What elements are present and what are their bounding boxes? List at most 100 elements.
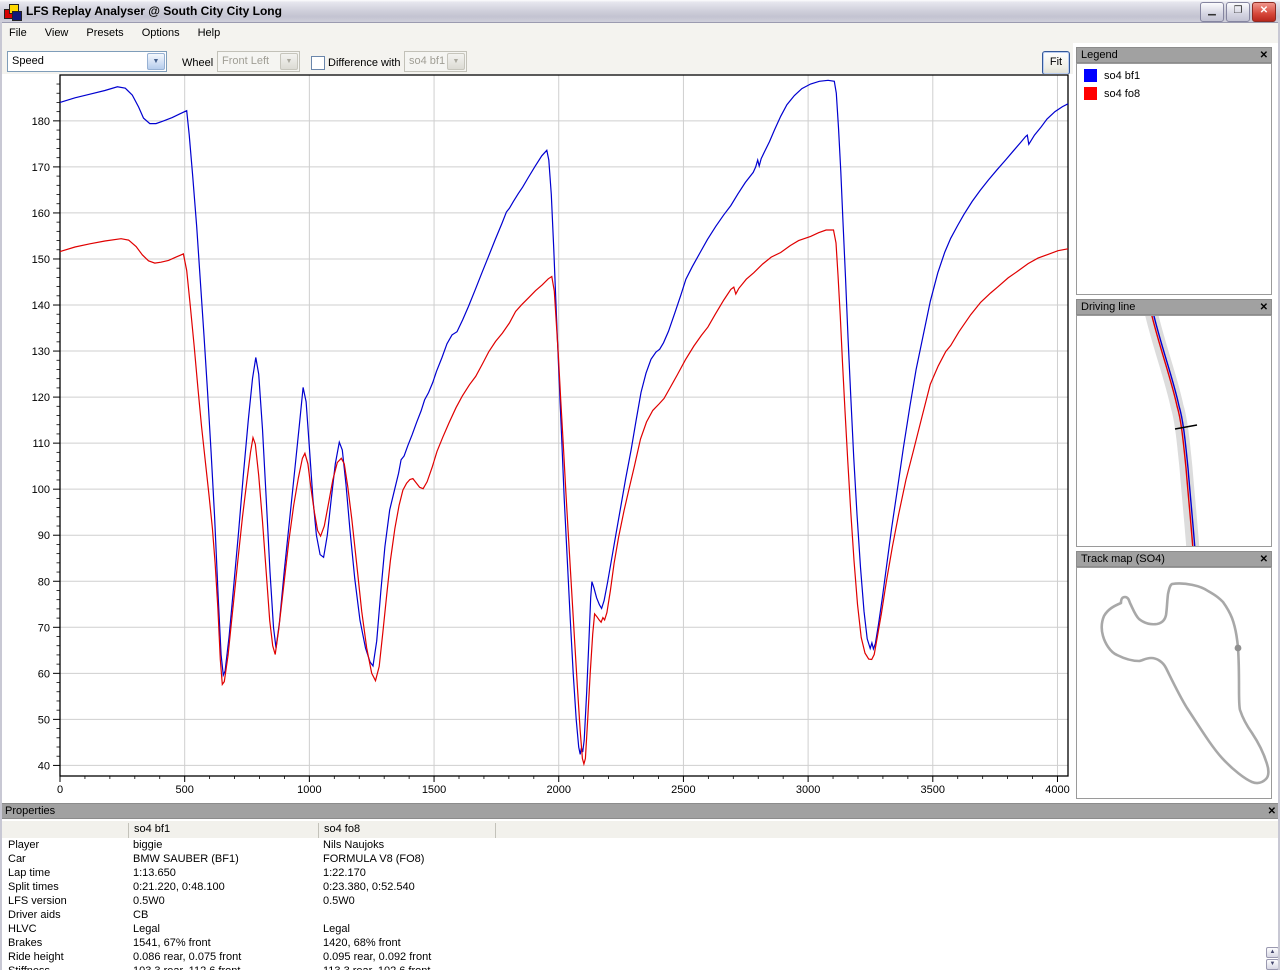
y-tick-label: 90 xyxy=(38,530,50,542)
menu-item-presets[interactable]: Presets xyxy=(77,23,132,42)
row-label: Lap time xyxy=(8,867,51,879)
y-tick-label: 100 xyxy=(32,484,50,496)
table-row[interactable]: Car BMW SAUBER (BF1) FORMULA V8 (FO8) xyxy=(0,852,1280,866)
x-tick-label: 0 xyxy=(57,784,63,796)
row-value: Nils Naujoks xyxy=(323,839,385,851)
legend-color-swatch xyxy=(1084,87,1097,100)
row-value: BMW SAUBER (BF1) xyxy=(133,853,239,865)
car-position-dot xyxy=(1234,644,1242,652)
table-row[interactable]: LFS version 0.5W0 0.5W0 xyxy=(0,894,1280,908)
driving-line-view xyxy=(1145,316,1200,546)
y-tick-label: 80 xyxy=(38,576,50,588)
wheel-select-value: Front Left xyxy=(222,55,270,67)
title-bar: LFS Replay Analyser @ South City City Lo… xyxy=(0,0,1280,23)
row-value: 0.5W0 xyxy=(323,895,355,907)
properties-column-header: so4 bf1 so4 fo8 xyxy=(0,821,1280,839)
y-tick-label: 170 xyxy=(32,162,50,174)
difference-checkbox[interactable] xyxy=(311,56,325,70)
row-label: LFS version xyxy=(8,895,67,907)
chevron-down-icon: ▼ xyxy=(447,53,465,70)
properties-scrollbar[interactable]: ▲ ▼ xyxy=(1266,947,1279,970)
plot-frame xyxy=(59,74,1069,777)
window-title: LFS Replay Analyser @ South City City Lo… xyxy=(26,4,282,18)
difference-select-value: so4 bf1 xyxy=(409,55,446,67)
row-label: HLVC xyxy=(8,923,37,935)
y-tick-label: 160 xyxy=(32,208,50,220)
track-map-view xyxy=(1100,582,1270,785)
row-label: Driver aids xyxy=(8,909,61,921)
y-tick-label: 70 xyxy=(38,622,50,634)
speed-chart-area[interactable]: 40 50 60 70 80 90 100 110 120 130 140 150 160 170 180 0… xyxy=(0,74,1073,800)
row-label: Car xyxy=(8,853,26,865)
row-label: Brakes xyxy=(8,937,43,949)
row-value: 1:13.650 xyxy=(133,867,176,879)
y-tick-label: 140 xyxy=(32,300,50,312)
scroll-up-icon[interactable]: ▲ xyxy=(1266,947,1279,958)
legend-color-swatch xyxy=(1084,69,1097,82)
y-tick-label: 120 xyxy=(32,392,50,404)
legend-label: so4 fo8 xyxy=(1104,87,1141,100)
row-value: 0:21.220, 0:48.100 xyxy=(133,881,225,893)
scroll-down-icon[interactable]: ▼ xyxy=(1266,959,1279,970)
track-map-panel: Track map (SO4) ✕ xyxy=(1076,551,1272,799)
menu-item-view[interactable]: View xyxy=(36,23,78,42)
table-row[interactable]: Lap time 1:13.650 1:22.170 xyxy=(0,866,1280,880)
table-row[interactable]: Stiffness 103.3 rear, 112.6 front 113.3 re… xyxy=(0,964,1280,970)
legend-label: so4 bf1 xyxy=(1104,69,1141,82)
table-row[interactable]: Split times 0:21.220, 0:48.100 0:23.380, 0… xyxy=(0,880,1280,894)
x-tick-label: 1000 xyxy=(297,784,321,796)
legend-item[interactable]: so4 fo8 xyxy=(1077,82,1271,100)
row-value: biggie xyxy=(133,839,163,851)
legend-panel-title: Legend xyxy=(1081,49,1118,61)
track-outline xyxy=(1100,582,1270,785)
table-row[interactable]: HLVC Legal Legal xyxy=(0,922,1280,936)
chevron-down-icon: ▼ xyxy=(280,53,298,70)
table-row[interactable]: Brakes 1541, 67% front 1420, 68% front xyxy=(0,936,1280,950)
y-tick-label: 60 xyxy=(38,668,50,680)
legend-panel-header: Legend ✕ xyxy=(1076,47,1272,63)
mode-select[interactable]: Speed ▼ xyxy=(7,51,167,72)
chevron-down-icon[interactable]: ▼ xyxy=(147,53,165,70)
table-row[interactable]: Player biggie Nils Naujoks xyxy=(0,838,1280,852)
difference-label: Difference with xyxy=(328,57,401,69)
table-row[interactable]: Driver aids CB xyxy=(0,908,1280,922)
close-icon[interactable]: ✕ xyxy=(1260,553,1268,566)
row-value: 0.095 rear, 0.092 front xyxy=(323,951,432,963)
x-tick-label: 2000 xyxy=(546,784,570,796)
minimize-button[interactable]: ▁ xyxy=(1200,2,1224,22)
wheel-label: Wheel xyxy=(182,57,214,69)
properties-table: Player biggie Nils Naujoks Car BMW SAUBER (B… xyxy=(0,838,1280,970)
fit-button[interactable]: Fit xyxy=(1042,51,1070,75)
menu-item-help[interactable]: Help xyxy=(189,23,230,42)
driving-line-panel-header: Driving line ✕ xyxy=(1076,299,1272,315)
legend-item[interactable]: so4 bf1 xyxy=(1077,64,1271,82)
restore-button[interactable]: ❐ xyxy=(1226,2,1250,22)
speed-chart[interactable]: 40 50 60 70 80 90 100 110 120 130 140 150 160 170 180 0… xyxy=(0,74,1073,800)
x-tick-label: 3500 xyxy=(921,784,945,796)
wheel-select: Front Left ▼ xyxy=(217,51,300,72)
menu-item-file[interactable]: File xyxy=(0,23,36,42)
driving-line-panel: Driving line ✕ xyxy=(1076,299,1272,547)
x-tick-label: 2500 xyxy=(671,784,695,796)
row-label: Ride height xyxy=(8,951,64,963)
table-row[interactable]: Ride height 0.086 rear, 0.075 front 0.095 … xyxy=(0,950,1280,964)
mode-select-value: Speed xyxy=(12,55,44,67)
row-value: Legal xyxy=(323,923,350,935)
close-icon[interactable]: ✕ xyxy=(1260,301,1268,314)
difference-select: so4 bf1 ▼ xyxy=(404,51,467,72)
track-band xyxy=(1145,316,1200,546)
y-tick-label: 130 xyxy=(32,346,50,358)
y-tick-label: 50 xyxy=(38,714,50,726)
row-value: 103.3 rear, 112.6 front xyxy=(133,964,240,970)
y-tick-label: 150 xyxy=(32,254,50,266)
legend-items: so4 bf1 so4 fo8 xyxy=(1076,63,1272,295)
menu-item-options[interactable]: Options xyxy=(133,23,189,42)
close-icon[interactable]: ✕ xyxy=(1268,805,1276,818)
close-button[interactable]: ✕ xyxy=(1252,2,1276,22)
row-value: 113.3 rear, 102.6 front xyxy=(323,964,430,970)
x-tick-label: 500 xyxy=(176,784,194,796)
row-label: Split times xyxy=(8,881,59,893)
row-value: 1541, 67% front xyxy=(133,937,211,949)
app-icon xyxy=(4,3,22,21)
close-icon[interactable]: ✕ xyxy=(1260,49,1268,62)
